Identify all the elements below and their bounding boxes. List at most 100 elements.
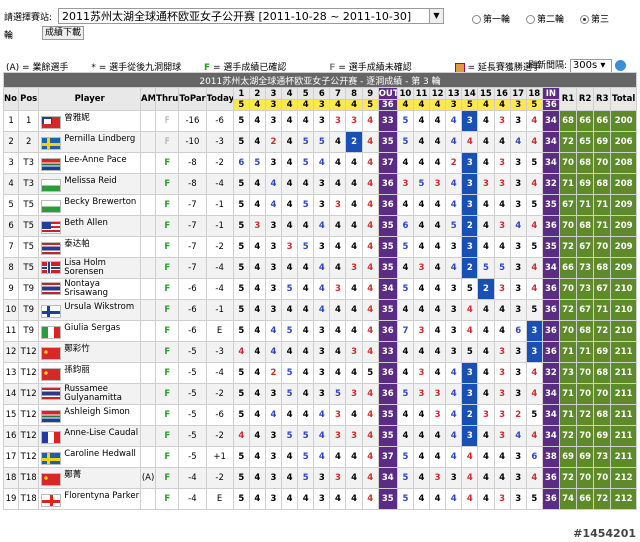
player-cell[interactable]: 鄭菁 [38, 467, 142, 489]
player-name[interactable]: 孫鈞丽 [64, 365, 90, 375]
hole-score: 5 [525, 488, 543, 510]
player-cell[interactable]: Giulia Sergas [38, 320, 142, 342]
player-name[interactable]: Russamee Gulyanamitta [64, 385, 122, 404]
hole-score: 4 [429, 446, 447, 468]
row-number: 16 [2, 425, 20, 447]
hole-score: 3 [461, 425, 479, 447]
table-row[interactable]: 11 T9 Giulia Sergas F -6 E 5 4 4 5 4 3 4 4 4 36 7 3 4 3 4 4 4 6… [2, 320, 637, 342]
table-row[interactable]: 6 T5 Beth Allen F -7 -1 5 3 3 4 4 4 4 4 4 35 6 4 4 5 2 4 3 4 4 36… [2, 215, 637, 237]
today-score: -2 [205, 467, 234, 489]
player-cell[interactable]: 曾雅妮 [38, 110, 142, 132]
table-row[interactable]: 2 2 Pernilla Lindberg F -10 -3 5 4 2 4 5 5 4 2 4 35 5 4 4 4… [2, 131, 637, 153]
refresh-interval-select[interactable]: 300s ▾ [569, 58, 612, 73]
player-name[interactable]: Pernilla Lindberg [64, 134, 135, 144]
hole-score: 4 [248, 110, 266, 132]
country-flag-icon [41, 220, 62, 234]
player-cell[interactable]: Beth Allen [38, 215, 142, 237]
table-row[interactable]: 3 T3 Lee-Anne Pace F -8 -2 6 5 3 4 5 4 4 4 4 37 4 4 4 2 3 4 3 3… [2, 152, 637, 174]
radio-icon[interactable] [526, 15, 536, 24]
row-number: 17 [2, 446, 20, 468]
download-button[interactable]: 成績下載 [42, 26, 85, 40]
player-name[interactable]: Nontaya Srisawang [64, 280, 108, 299]
hole-score: 5 [396, 383, 414, 405]
country-flag-icon [41, 199, 62, 213]
hole-score: 5 [232, 383, 250, 405]
refresh-icon[interactable] [614, 60, 626, 71]
hole-par: 4 [396, 99, 414, 111]
round-radio-3[interactable]: 第三 [580, 15, 617, 25]
position: T12 [18, 425, 40, 447]
hole-score: 4 [329, 173, 347, 195]
hole-score: 4 [525, 173, 543, 195]
hole-number: 18 [525, 87, 543, 100]
player-name[interactable]: Beth Allen [64, 218, 108, 228]
table-row[interactable]: 4 T3 Melissa Reid F -8 -4 5 4 4 4 4 3 4 4 4 36 3 5 3 4 3 3 3 3 4… [2, 173, 637, 195]
table-row[interactable]: 9 T9 Nontaya Srisawang F -6 -4 5 4 3 5 4 4 3 4 4 34 5 4 4 3… [2, 278, 637, 300]
player-name[interactable]: Melissa Reid [64, 176, 117, 186]
out-total: 34 [377, 278, 398, 300]
out-total: 35 [377, 404, 398, 426]
table-row[interactable]: 1 1 曾雅妮 F -16 -6 5 4 3 4 4 3 3 3 4 33 5 4 4 4 3 4 3 3 4 34 68 66 66 2… [2, 110, 637, 132]
round-3-score: 66 [593, 110, 612, 132]
player-cell[interactable]: Nontaya Srisawang [38, 278, 142, 300]
player-name[interactable]: Becky Brewerton [64, 197, 136, 207]
country-flag-icon [41, 304, 62, 318]
radio-icon[interactable] [472, 15, 481, 24]
amateur-flag [140, 194, 157, 216]
event-select[interactable]: 2011苏州太湖全球通杯欧亚女子公开赛 [2011-10-28 ~ 2011-1… [58, 8, 444, 24]
hole-score: 4 [493, 194, 511, 216]
thru-status: F [155, 110, 180, 132]
player-cell[interactable]: 泰达帕 [38, 236, 142, 258]
player-cell[interactable]: Caroline Hedwall [38, 446, 142, 468]
hole-score: 4 [477, 446, 495, 468]
player-cell[interactable]: Lee-Anne Pace [38, 152, 142, 174]
player-cell[interactable]: Ursula Wikstrom [38, 299, 142, 321]
player-name[interactable]: Florentyna Parker [64, 491, 139, 501]
player-name[interactable]: 鄭菁 [64, 470, 81, 480]
player-cell[interactable]: 鄭彩竹 [38, 341, 142, 363]
column-header-r2: R2 [576, 87, 595, 111]
player-cell[interactable]: Ashleigh Simon [38, 404, 142, 426]
player-name[interactable]: 泰达帕 [64, 239, 90, 249]
round-1-score: 70 [558, 215, 578, 237]
player-cell[interactable]: Anne-Lise Caudal [38, 425, 142, 447]
table-row[interactable]: 12 T12 鄭彩竹 F -5 -3 4 4 4 4 4 3 4 3 4 33 4 4 4 3 5 4 3 3 3 36 71 71 6… [2, 341, 637, 363]
hole-score: 5 [297, 446, 315, 468]
table-row[interactable]: 14 T12 Russamee Gulyanamitta F -5 -2 5 4 3 5 4 3 5 3 4… [2, 383, 637, 405]
hole-score: 4 [429, 299, 447, 321]
table-row[interactable]: 17 T12 Caroline Hedwall F -5 +1 5 4 3 4 5 4 4 4 4 37 5 4 4… [2, 446, 637, 468]
out-total: 36 [377, 383, 398, 405]
player-cell[interactable]: Pernilla Lindberg [38, 131, 142, 153]
hole-score: 4 [429, 152, 447, 174]
round-2-score: 68 [576, 215, 595, 237]
player-name[interactable]: 曾雅妮 [64, 113, 90, 123]
player-cell[interactable]: Melissa Reid [38, 173, 142, 195]
table-row[interactable]: 18 T18 鄭菁 (A) F -4 -2 5 4 3 4 5 3 3 4 4 34 5 4 3 3 4 4 4 3 4 36 72 7… [2, 467, 637, 489]
table-row[interactable]: 16 T12 Anne-Lise Caudal F -5 -2 4 4 3 5 5 4 3 3 4 35 4 4 4… [2, 425, 637, 447]
player-cell[interactable]: 孫鈞丽 [38, 362, 142, 384]
radio-icon[interactable] [580, 15, 590, 24]
table-row[interactable]: 19 T18 Florentyna Parker F -4 E 5 4 3 4 4 3 4 4 4 35 5 4 4… [2, 488, 637, 510]
table-row[interactable]: 7 T5 泰达帕 F -7 -2 5 4 3 3 5 3 4 4 4 35 5 4 4 3 3 4 4 3 5 35 72 67 70 2… [2, 236, 637, 258]
player-name[interactable]: 鄭彩竹 [64, 344, 90, 354]
player-name[interactable]: Ursula Wikstrom [64, 302, 134, 312]
player-cell[interactable]: Becky Brewerton [38, 194, 142, 216]
player-name[interactable]: Caroline Hedwall [64, 449, 136, 459]
player-name[interactable]: Lee-Anne Pace [64, 155, 126, 165]
table-row[interactable]: 13 T12 孫鈞丽 F -5 -4 5 4 2 5 4 3 4 4 5 36 4 3 4 4 3 4 3 3 4 32 73 70 6… [2, 362, 637, 384]
player-name[interactable]: Lisa Holm Sorensen [64, 259, 106, 278]
player-cell[interactable]: Florentyna Parker [38, 488, 142, 510]
table-row[interactable]: 10 T9 Ursula Wikstrom F -6 -1 5 4 3 4 4 4 4 4 4 35 4 4 4 3 4… [2, 299, 637, 321]
table-row[interactable]: 15 T12 Ashleigh Simon F -5 -6 5 4 4 4 4 4 3 4 4 35 4 4 3 4 2… [2, 404, 637, 426]
player-cell[interactable]: Russamee Gulyanamitta [38, 383, 142, 405]
round-radio-1[interactable]: 第一輪 [472, 15, 518, 25]
chevron-down-icon[interactable]: ▼ [429, 9, 443, 23]
round-radio-2[interactable]: 第二輪 [526, 15, 572, 25]
table-row[interactable]: 5 T5 Becky Brewerton F -7 -1 5 4 4 4 5 3 3 4 4 36 4 4 4 4 3 4… [2, 194, 637, 216]
table-row[interactable]: 8 T5 Lisa Holm Sorensen F -7 -4 5 4 3 4 4 4 4 3 4 35 4 3 4… [2, 257, 637, 279]
country-flag-icon [41, 178, 62, 192]
player-name[interactable]: Giulia Sergas [64, 323, 120, 333]
player-cell[interactable]: Lisa Holm Sorensen [38, 257, 142, 279]
player-name[interactable]: Ashleigh Simon [64, 407, 130, 417]
player-name[interactable]: Anne-Lise Caudal [64, 428, 138, 438]
